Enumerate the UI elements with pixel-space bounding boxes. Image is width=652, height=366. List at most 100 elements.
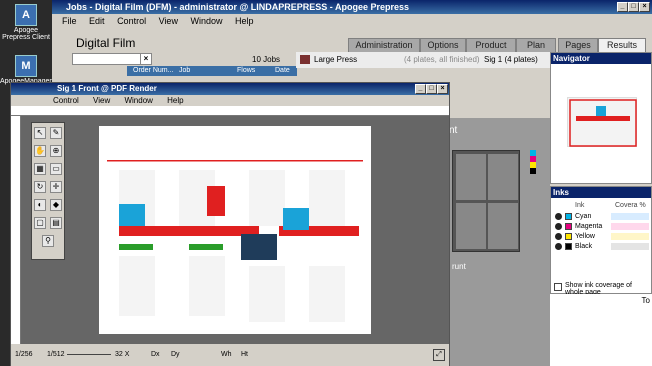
pdf-maximize-button[interactable]: □ <box>426 84 437 94</box>
page-3 <box>249 170 285 226</box>
main-window-title: Jobs - Digital Film (DFM) - administrato… <box>66 2 409 12</box>
black-swatch <box>565 243 572 250</box>
plate-thumb-4 <box>488 203 518 249</box>
zoom-slider[interactable] <box>67 354 111 355</box>
main-menu-bar: File Edit Control View Window Help <box>52 14 652 28</box>
column-flows[interactable]: Flows <box>237 66 255 76</box>
pos-y: Dy <box>171 351 180 358</box>
tab-pages[interactable]: Pages <box>558 38 598 52</box>
ink-name: Magenta <box>575 223 603 230</box>
menu-file[interactable]: File <box>62 16 77 26</box>
tab-results[interactable]: Results <box>598 38 646 52</box>
eyedropper-tool-icon[interactable]: ◆ <box>50 199 62 211</box>
close-button[interactable]: × <box>639 2 650 12</box>
eye-icon[interactable] <box>555 223 562 230</box>
eye-icon[interactable] <box>555 213 562 220</box>
coverage-bar <box>611 243 649 250</box>
coverage-bar <box>611 233 649 240</box>
menu-control[interactable]: Control <box>117 16 146 26</box>
plate-thumb-2 <box>488 154 518 200</box>
size-w: Wh <box>221 351 232 358</box>
tab-product[interactable]: Product <box>466 38 516 52</box>
desktop-icon-apogee-management[interactable]: M ApogeeManagement <box>0 55 65 85</box>
press-plates: (4 plates, all finished) <box>404 55 480 64</box>
grid-tool-icon[interactable]: ▦ <box>34 163 46 175</box>
tab-options[interactable]: Options <box>420 38 466 52</box>
yellow-swatch <box>565 233 572 240</box>
measure-tool-icon[interactable]: ▭ <box>50 163 62 175</box>
plate-thumbnails-graphic <box>456 154 518 249</box>
page-6 <box>189 256 225 316</box>
hand-tool-icon[interactable]: ✋ <box>34 145 46 157</box>
ink-row-black[interactable]: Black <box>553 242 649 251</box>
eye-icon[interactable] <box>555 233 562 240</box>
main-title-bar: Jobs - Digital Film (DFM) - administrato… <box>52 0 652 14</box>
desktop-icon-apogee-client[interactable]: A Apogee Prepress Client <box>0 4 52 41</box>
sheet-imposition-graphic <box>107 160 363 322</box>
jobs-panel-title: Digital Film <box>76 36 136 50</box>
pen-tool-icon[interactable]: ✎ <box>50 127 62 139</box>
zoom-current[interactable]: 1/512 <box>47 344 65 366</box>
job-tabs: Administration Options Product Plan Page… <box>296 38 652 52</box>
horizontal-ruler <box>11 106 449 116</box>
zoom-tool-icon[interactable]: ⊕ <box>50 145 62 157</box>
pdf-minimize-button[interactable]: _ <box>415 84 426 94</box>
crosshair-tool-icon[interactable]: ✛ <box>50 181 62 193</box>
press-sheet <box>99 126 371 334</box>
magenta-swatch <box>565 223 572 230</box>
frame-tool-icon[interactable]: ▢ <box>34 217 46 229</box>
minimize-button[interactable]: _ <box>617 2 628 12</box>
column-order-number[interactable]: Order Num... <box>133 66 173 76</box>
tab-plan[interactable]: Plan <box>516 38 556 52</box>
vertical-ruler <box>11 116 21 344</box>
dark-image <box>241 234 277 260</box>
pdf-menu-window[interactable]: Window <box>124 96 152 105</box>
pdf-status-bar: 1/256 1/512 32 X Dx Dy Wh Ht ⤢ <box>11 344 449 366</box>
zoom-min[interactable]: 1/256 <box>15 344 33 366</box>
pdf-menu-help[interactable]: Help <box>167 96 183 105</box>
jobs-count: 10 Jobs <box>252 55 281 64</box>
select-tool-icon[interactable]: ↖ <box>34 127 46 139</box>
rotate-tool-icon[interactable]: ↻ <box>34 181 46 193</box>
ink-name: Black <box>575 243 593 250</box>
pdf-render-window: Sig 1 Front @ PDF Render _ □ × Control V… <box>10 82 450 366</box>
pin-tool-icon[interactable]: ⚲ <box>42 235 54 247</box>
clear-search-button[interactable]: × <box>140 53 152 65</box>
pos-x: Dx <box>151 351 160 358</box>
jobs-search-input[interactable] <box>72 53 148 65</box>
layer-tool-icon[interactable]: ▤ <box>50 217 62 229</box>
show-coverage-checkbox[interactable] <box>554 283 562 291</box>
maximize-button[interactable]: □ <box>628 2 639 12</box>
page-7 <box>249 266 285 322</box>
eye-icon[interactable] <box>555 243 562 250</box>
ink-row-yellow[interactable]: Yellow <box>553 232 649 241</box>
menu-view[interactable]: View <box>159 16 178 26</box>
press-name[interactable]: Large Press <box>314 52 357 68</box>
column-date[interactable]: Date <box>275 66 290 76</box>
menu-edit[interactable]: Edit <box>89 16 105 26</box>
menu-help[interactable]: Help <box>235 16 254 26</box>
menu-window[interactable]: Window <box>190 16 222 26</box>
pdf-window-title: Sig 1 Front @ PDF Render <box>57 84 157 93</box>
right-panel-lower: To <box>550 294 652 366</box>
ink-row-cyan[interactable]: Cyan <box>553 212 649 221</box>
navigator-thumbnail[interactable] <box>567 97 637 147</box>
green-band-2 <box>189 244 223 250</box>
render-canvas[interactable]: ↖ ✎ ✋ ⊕ ▦ ▭ ↻ ✛ ◐ ◆ ▢ ▤ ⚲ <box>21 116 449 344</box>
coverage-bar <box>611 223 649 230</box>
jobs-table-header: Order Num... Job Flows Date <box>127 66 297 76</box>
pdf-close-button[interactable]: × <box>437 84 448 94</box>
fill-tool-icon[interactable]: ◐ <box>34 199 46 211</box>
plate-thumb-3 <box>456 203 486 249</box>
black-chip <box>530 168 536 174</box>
pdf-menu-view[interactable]: View <box>93 96 110 105</box>
plate-thumbnails[interactable] <box>452 150 520 252</box>
navigator-panel: Navigator <box>550 52 652 184</box>
column-job[interactable]: Job <box>179 66 190 76</box>
tab-administration[interactable]: Administration <box>348 38 420 52</box>
separation-chips <box>530 150 536 174</box>
fit-view-icon[interactable]: ⤢ <box>433 349 445 361</box>
ink-row-magenta[interactable]: Magenta <box>553 222 649 231</box>
navigator-thumbnail-graphic <box>569 99 637 147</box>
pdf-menu-control[interactable]: Control <box>53 96 79 105</box>
